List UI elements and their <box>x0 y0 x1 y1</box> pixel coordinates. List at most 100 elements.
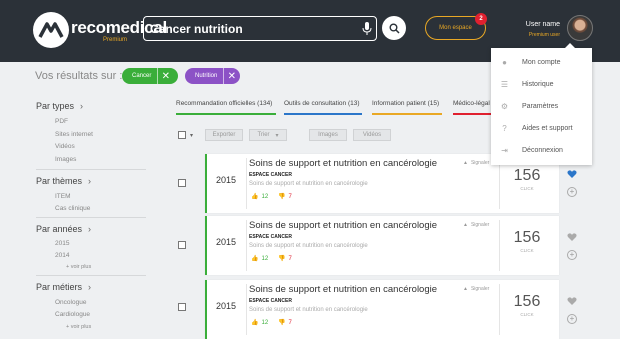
brand-sub: Premium <box>103 37 128 43</box>
sidebar-item-cas-clinique[interactable]: Cas clinique <box>55 205 90 212</box>
tab-information-patient[interactable]: Information patient (15) <box>372 100 439 114</box>
sidebar-item-2015[interactable]: 2015 <box>55 240 69 247</box>
vote-down-button[interactable]: 👎 7 <box>278 255 292 263</box>
user-menu-dropdown: ● Mon compte ☰ Historique ⚙ Paramètres ?… <box>491 43 592 165</box>
thumbs-down-icon: 👎 <box>278 194 286 200</box>
card-subtitle: Soins de support et nutrition en cancéro… <box>249 307 368 313</box>
logout-icon: ⇥ <box>501 145 508 155</box>
close-icon[interactable]: ✕ <box>157 68 173 84</box>
menu-item-aide[interactable]: ? Aides et support <box>491 117 592 139</box>
row-checkbox[interactable] <box>178 179 186 187</box>
search-button[interactable] <box>382 16 406 40</box>
row-checkbox[interactable] <box>178 303 186 311</box>
select-all-checkbox[interactable] <box>178 131 186 139</box>
sidebar-item-item[interactable]: ITEM <box>55 193 71 200</box>
report-button[interactable]: ▲ Signaler <box>463 160 489 166</box>
divider <box>246 158 247 209</box>
sidebar-section-years[interactable]: Par années › <box>36 224 91 234</box>
menu-item-historique[interactable]: ☰ Historique <box>491 73 592 95</box>
click-label: CLICK <box>520 312 534 317</box>
heart-icon[interactable] <box>567 232 577 242</box>
card-title[interactable]: Soins de support et nutrition en cancéro… <box>249 284 437 295</box>
sidebar-divider <box>36 217 146 218</box>
caret-down-icon[interactable]: ▾ <box>190 132 193 139</box>
warning-icon: ▲ <box>463 160 468 166</box>
sidebar-item-oncologue[interactable]: Oncologue <box>55 299 86 306</box>
notification-badge: 2 <box>475 13 487 25</box>
divider <box>246 284 247 335</box>
search-box <box>143 16 377 41</box>
menu-item-mon-compte[interactable]: ● Mon compte <box>491 51 592 73</box>
thumbs-up-icon: 👍 <box>251 256 259 262</box>
tab-recommandations[interactable]: Recommandation officielles (134) <box>176 100 272 114</box>
card-title[interactable]: Soins de support et nutrition en cancéro… <box>249 220 437 231</box>
card-year: 2015 <box>216 237 237 247</box>
sidebar-item-sites[interactable]: Sites internet <box>55 131 93 138</box>
heart-icon[interactable] <box>567 169 577 179</box>
tab-medico-legal[interactable]: Médico-légal ( <box>453 100 494 114</box>
click-count: 156 <box>513 167 541 184</box>
sidebar-item-cardiologue[interactable]: Cardiologue <box>55 311 90 318</box>
sidebar-section-professions[interactable]: Par métiers › <box>36 282 91 292</box>
see-more-link[interactable]: + voir plus <box>66 264 91 270</box>
user-name[interactable]: User name <box>520 21 560 28</box>
sidebar-section-types[interactable]: Par types › <box>36 101 83 111</box>
report-button[interactable]: ▲ Signaler <box>463 222 489 228</box>
card-source: ESPACE CANCER <box>249 172 292 178</box>
row-checkbox[interactable] <box>178 241 186 249</box>
click-label: CLICK <box>520 186 534 191</box>
chip-label: Cancer <box>132 73 152 79</box>
filter-chip-nutrition: Nutrition ✕ <box>185 68 240 84</box>
chevron-right-icon: › <box>88 282 92 292</box>
search-input[interactable] <box>150 17 350 40</box>
results-label: Vos résultats sur : <box>35 70 123 82</box>
heart-icon[interactable] <box>567 296 577 306</box>
result-card[interactable]: 2015 Soins de support et nutrition en ca… <box>205 280 559 339</box>
close-icon[interactable]: ✕ <box>223 68 239 84</box>
result-card[interactable]: 2015 Soins de support et nutrition en ca… <box>205 216 559 275</box>
menu-item-deconnexion[interactable]: ⇥ Déconnexion <box>491 139 592 161</box>
card-year: 2015 <box>216 175 237 185</box>
export-button[interactable]: Exporter <box>205 129 243 141</box>
chevron-right-icon: › <box>80 101 84 111</box>
vote-up-button[interactable]: 👍 12 <box>251 255 268 263</box>
warning-icon: ▲ <box>463 286 468 292</box>
card-title[interactable]: Soins de support et nutrition en cancéro… <box>249 158 437 169</box>
vote-down-button[interactable]: 👎 7 <box>278 319 292 327</box>
help-icon: ? <box>502 123 507 133</box>
card-year: 2015 <box>216 301 237 311</box>
sidebar-item-videos[interactable]: Vidéos <box>55 143 75 150</box>
tab-outils[interactable]: Outils de consultation (13) <box>284 100 360 114</box>
vote-up-button[interactable]: 👍 12 <box>251 193 268 201</box>
list-icon: ☰ <box>500 79 509 89</box>
user-status: Premium user <box>528 32 560 38</box>
tab-underline <box>372 113 442 115</box>
sidebar-section-themes[interactable]: Par thèmes › <box>36 176 91 186</box>
chevron-right-icon: › <box>88 224 92 234</box>
see-more-link[interactable]: + voir plus <box>66 324 91 330</box>
sidebar-item-pdf[interactable]: PDF <box>55 118 68 125</box>
vote-up-button[interactable]: 👍 12 <box>251 319 268 327</box>
menu-item-parametres[interactable]: ⚙ Paramètres <box>491 95 592 117</box>
sidebar-item-2014[interactable]: 2014 <box>55 252 69 259</box>
card-subtitle: Soins de support et nutrition en cancéro… <box>249 181 368 187</box>
report-button[interactable]: ▲ Signaler <box>463 286 489 292</box>
chevron-right-icon: › <box>88 176 92 186</box>
avatar[interactable] <box>567 15 593 41</box>
sidebar-item-images[interactable]: Images <box>55 156 76 163</box>
sidebar-divider <box>36 275 146 276</box>
images-filter-button[interactable]: Images <box>309 129 347 141</box>
thumbs-down-icon: 👎 <box>278 256 286 262</box>
card-source: ESPACE CANCER <box>249 298 292 304</box>
vote-down-button[interactable]: 👎 7 <box>278 193 292 201</box>
logo-badge[interactable] <box>33 12 69 48</box>
divider <box>246 220 247 271</box>
tab-underline <box>453 113 493 115</box>
add-icon[interactable]: + <box>567 314 577 324</box>
logo-mark-icon <box>38 22 64 38</box>
sort-button[interactable]: Trier ▾ <box>249 129 287 141</box>
add-icon[interactable]: + <box>567 250 577 260</box>
add-icon[interactable]: + <box>567 187 577 197</box>
microphone-icon[interactable] <box>360 21 374 36</box>
videos-filter-button[interactable]: Vidéos <box>353 129 391 141</box>
